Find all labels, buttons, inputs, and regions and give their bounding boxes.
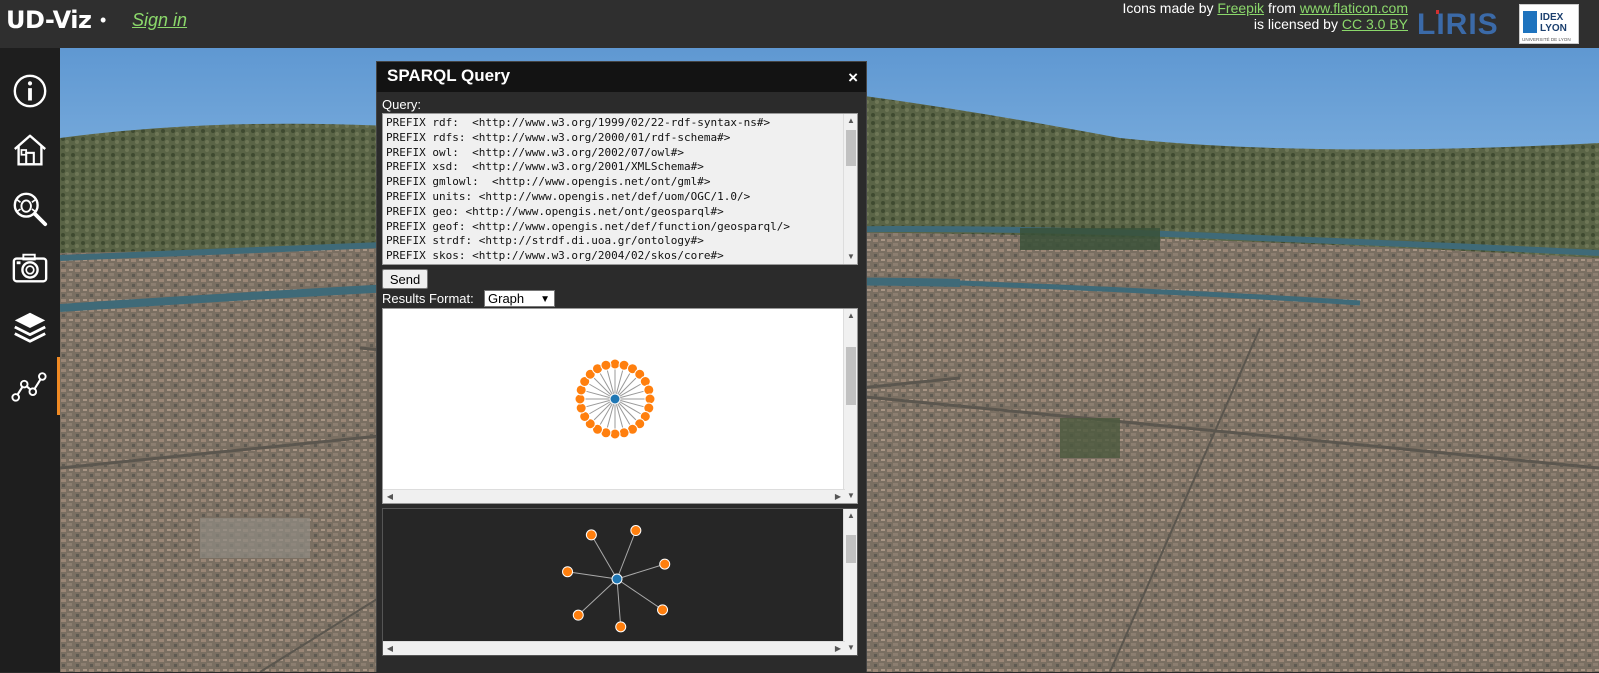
graph-link [616, 578, 663, 611]
scroll-down-icon[interactable]: ▼ [844, 250, 857, 264]
idex-logo-line3: UNIVERSITÉ DE LYON [1522, 36, 1571, 42]
scroll-left-icon[interactable]: ◀ [383, 490, 397, 503]
scroll-left-icon[interactable]: ◀ [383, 642, 397, 655]
graph-link [577, 578, 618, 616]
graph-leaf-node[interactable] [585, 529, 597, 541]
scroll-right-icon[interactable]: ▶ [831, 642, 845, 655]
window-body: Query: PREFIX rdf: <http://www.w3.org/19… [377, 92, 866, 673]
sidebar-item-info[interactable] [0, 62, 60, 120]
query-label: Query: [382, 97, 422, 112]
scroll-right-icon[interactable]: ▶ [831, 490, 845, 503]
graph-hscroll[interactable]: ◀ ▶ [383, 641, 845, 655]
idex-lyon-logo[interactable]: IDEX LYON UNIVERSITÉ DE LYON [1519, 4, 1579, 44]
idex-logo-line1: IDEX [1540, 12, 1564, 23]
graph-leaf-node[interactable] [644, 393, 656, 405]
sidebar-item-sparql[interactable] [0, 357, 60, 415]
camera-icon [12, 253, 48, 283]
sidebar-item-city-objects[interactable] [0, 180, 60, 238]
graph-leaf-node[interactable] [618, 427, 630, 439]
query-textarea[interactable]: PREFIX rdf: <http://www.w3.org/1999/02/2… [382, 113, 858, 265]
liris-logo-mark [1436, 10, 1439, 14]
graph-leaf-node[interactable] [575, 402, 587, 414]
results-format-select[interactable]: Graph ▼ [484, 290, 555, 307]
sidebar-item-camera[interactable] [0, 239, 60, 297]
scroll-up-icon[interactable]: ▲ [844, 509, 857, 523]
layers-icon [14, 312, 46, 343]
graph-leaf-node[interactable] [615, 621, 627, 633]
close-icon[interactable]: × [848, 68, 858, 88]
graph-leaf-node[interactable] [609, 428, 621, 440]
scroll-up-icon[interactable]: ▲ [844, 114, 857, 128]
inspect-icon [13, 192, 48, 227]
sparql-query-window: SPARQL Query × Query: PREFIX rdf: <http:… [376, 61, 867, 673]
graph-center-node[interactable] [609, 393, 621, 405]
query-scrollbar[interactable]: ▲ ▼ [843, 114, 857, 264]
sidebar-item-layers[interactable] [0, 298, 60, 356]
chevron-down-icon: ▼ [540, 294, 550, 305]
graph-link [567, 571, 618, 580]
graph-leaf-node[interactable] [574, 393, 586, 405]
top-header: UD-Viz • Sign in Icons made by Freepik f… [0, 0, 1599, 48]
idex-logo-line2: LYON [1540, 23, 1567, 34]
flaticon-link[interactable]: www.flaticon.com [1300, 0, 1408, 16]
graph-leaf-node[interactable] [643, 384, 655, 396]
graph-icon [10, 372, 47, 402]
credits-from: from [1264, 0, 1300, 16]
left-sidebar [0, 48, 60, 672]
graph-canvas[interactable] [383, 309, 845, 491]
graph-center-node[interactable] [611, 573, 623, 585]
home-icon [14, 134, 46, 166]
license-prefix: is licensed by [1253, 16, 1342, 32]
graph-link [616, 530, 637, 580]
title-separator: • [100, 10, 107, 30]
scroll-up-icon[interactable]: ▲ [844, 309, 857, 323]
graph-vscroll[interactable]: ▲ ▼ [843, 309, 857, 503]
scroll-thumb[interactable] [846, 535, 856, 563]
scroll-down-icon[interactable]: ▼ [844, 489, 857, 503]
graph-leaf-node[interactable] [562, 566, 574, 578]
idex-logo-graphic: IDEX LYON UNIVERSITÉ DE LYON [1522, 11, 1571, 42]
graph-vscroll[interactable]: ▲ ▼ [843, 509, 857, 655]
credits-prefix: Icons made by [1122, 0, 1218, 16]
graph-canvas-2[interactable] [383, 509, 845, 643]
graph-leaf-node[interactable] [659, 558, 671, 570]
graph-result-panel-2[interactable]: ▲ ▼ ◀ ▶ [382, 508, 858, 656]
liris-logo[interactable]: LIRIS [1417, 6, 1507, 42]
graph-leaf-node[interactable] [630, 525, 642, 537]
graph-result-panel[interactable]: ▲ ▼ ◀ ▶ [382, 308, 858, 504]
scroll-thumb[interactable] [846, 130, 856, 166]
info-icon [13, 74, 47, 108]
freepik-link[interactable]: Freepik [1217, 0, 1264, 16]
license-link[interactable]: CC 3.0 BY [1342, 16, 1408, 32]
graph-link [616, 578, 622, 627]
graph-nodes [562, 525, 671, 633]
liris-logo-text: LIRIS [1417, 8, 1499, 41]
scroll-thumb[interactable] [846, 347, 856, 405]
graph-hscroll[interactable]: ◀ ▶ [383, 489, 845, 503]
graph-leaf-node[interactable] [657, 604, 669, 616]
icon-credits: Icons made by Freepik from www.flaticon.… [1122, 0, 1408, 32]
sign-in-link[interactable]: Sign in [132, 10, 187, 31]
sidebar-item-home[interactable] [0, 121, 60, 179]
graph-link [616, 563, 665, 580]
scroll-down-icon[interactable]: ▼ [844, 641, 857, 655]
query-text: PREFIX rdf: <http://www.w3.org/1999/02/2… [386, 116, 790, 263]
results-format-label: Results Format: [382, 291, 474, 306]
graph-leaf-node[interactable] [572, 609, 584, 621]
graph-leaf-node[interactable] [609, 358, 621, 370]
idex-logo-mark [1523, 11, 1537, 33]
graph-leaf-node[interactable] [600, 359, 612, 371]
results-format-value: Graph [488, 291, 525, 306]
window-title[interactable]: SPARQL Query [377, 62, 866, 92]
graph-link [590, 534, 618, 580]
app-title: UD-Viz [6, 6, 92, 34]
send-button[interactable]: Send [382, 269, 428, 289]
